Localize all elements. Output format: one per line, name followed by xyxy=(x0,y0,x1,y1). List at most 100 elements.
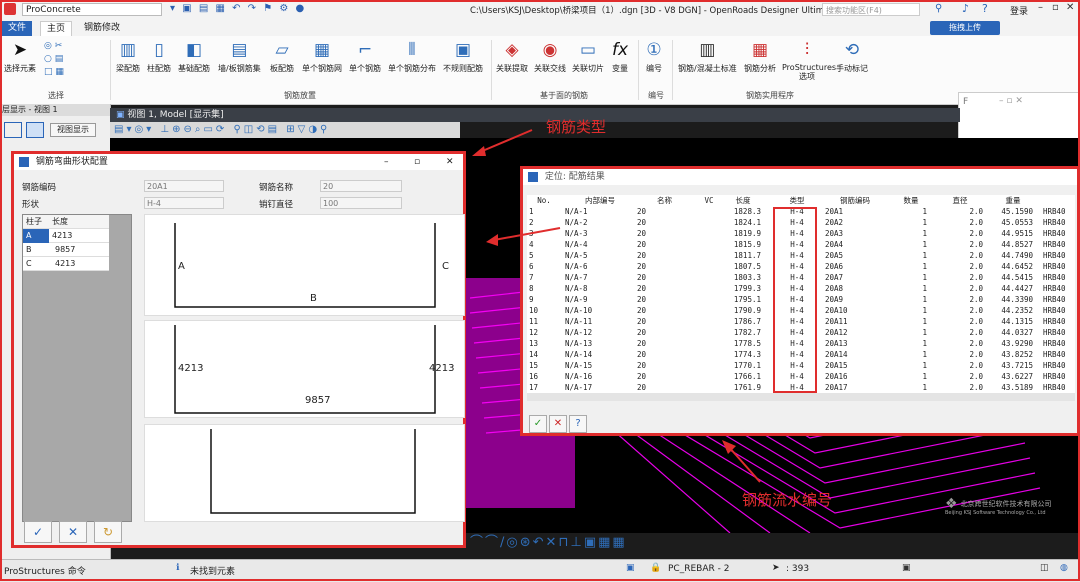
close-icon[interactable]: ✕ xyxy=(1066,2,1074,13)
intersect-icon: ◉ xyxy=(542,40,558,60)
shape-outline xyxy=(174,223,436,308)
tab-rebar-modify[interactable]: 钢筋修改 xyxy=(78,21,126,36)
single-rebar-button[interactable]: ⌐ 单个钢筋 xyxy=(349,40,381,74)
maximize-icon[interactable]: ▫ xyxy=(414,154,420,170)
table-cell: 1 xyxy=(922,361,927,370)
search-icon[interactable]: ⚲ xyxy=(935,3,942,14)
shape-field[interactable]: H-4 xyxy=(144,197,224,209)
column-header: 直径 xyxy=(952,196,968,205)
bell-icon[interactable]: ♪ xyxy=(962,2,969,15)
group-rebar-placement: 钢筋放置 xyxy=(284,91,316,100)
maximize-icon[interactable]: ▫ xyxy=(1052,2,1059,13)
login-link[interactable]: 登录 xyxy=(1010,4,1028,17)
globe-icon[interactable]: ◍ xyxy=(1060,563,1068,573)
table-cell: 1 xyxy=(922,273,927,282)
tab-home[interactable]: 主页 xyxy=(40,21,73,37)
table-cell: 2.0 xyxy=(969,262,983,271)
table-cell: 20A7 xyxy=(825,273,844,282)
dialog-icon xyxy=(19,156,29,167)
column-rebar-button[interactable]: ▯ 柱配筋 xyxy=(147,40,171,74)
ok-button[interactable]: ✓ xyxy=(24,521,52,543)
table-cell: 20A8 xyxy=(825,284,844,293)
shape-label-c: C xyxy=(442,261,449,272)
irregular-rebar-button[interactable]: ▣ 不规则配筋 xyxy=(443,40,483,74)
table-cell: 1 xyxy=(922,295,927,304)
manual-mark-button[interactable]: ⟲ 手动标记 xyxy=(836,40,868,74)
table-row[interactable]: A 4213 xyxy=(23,229,109,243)
single-mesh-label: 单个钢筋网 xyxy=(302,64,342,73)
rebar-icon: ⌐ xyxy=(357,40,373,60)
select-element-button[interactable]: ➤ 选择元素 xyxy=(4,40,36,74)
beam-rebar-button[interactable]: ▥ 梁配筋 xyxy=(116,40,140,74)
row-col: A xyxy=(23,229,49,243)
table-cell: HRB40 xyxy=(1043,262,1066,271)
table-cell: 20A13 xyxy=(825,339,848,348)
minimize-icon[interactable]: – xyxy=(384,154,389,170)
table-cell: 1 xyxy=(922,383,927,392)
ribbon-search-input[interactable]: 搜索功能区(F4) xyxy=(822,3,920,16)
snap-toolbar[interactable]: ⌒⌒∕◎⊛↶✕⊓⊥▣▦▦ xyxy=(470,533,740,553)
lock-icon[interactable]: 🔒 xyxy=(650,563,661,573)
foundation-rebar-label: 基础配筋 xyxy=(178,64,210,73)
reset-button[interactable]: ↻ xyxy=(94,521,122,543)
beam-rebar-label: 梁配筋 xyxy=(116,64,140,73)
wall-slab-rebar-button[interactable]: ▤ 墙/板钢筋集 xyxy=(218,40,261,74)
pin-diameter-field[interactable]: 100 xyxy=(320,197,402,209)
associate-slice-button[interactable]: ▭ 关联切片 xyxy=(572,40,604,74)
workflow-select[interactable]: ProConcrete xyxy=(22,3,162,16)
tab-file[interactable]: 文件 xyxy=(2,21,33,36)
quick-access-toolbar[interactable]: ▾ ▣ ▤ ▦ ↶ ↷ ⚑ ⚙ ● xyxy=(170,3,306,14)
slice-icon: ▭ xyxy=(579,40,597,60)
table-cell: 43.9290 xyxy=(1001,339,1033,348)
cancel-button[interactable]: ✕ xyxy=(59,521,87,543)
help-icon[interactable]: ? xyxy=(982,2,988,15)
snap-icon[interactable]: ▣ xyxy=(626,563,635,573)
single-distribution-button[interactable]: ⫴ 单个钢筋分布 xyxy=(388,40,436,74)
view-display-icon[interactable] xyxy=(26,122,44,138)
segment-table[interactable]: 柱子 长度 A 4213 B 9857 C 4213 xyxy=(23,215,109,271)
share-button[interactable]: 拖拽上传 xyxy=(930,21,1000,35)
table-cell: 44.2352 xyxy=(1001,306,1033,315)
view-icon[interactable]: ◫ xyxy=(1040,563,1049,573)
floating-window-controls[interactable]: – ▫ ✕ xyxy=(999,96,1023,106)
table-cell: 1 xyxy=(922,240,927,249)
code-field[interactable]: 20A1 xyxy=(144,180,224,192)
select-tools-icons[interactable]: ◎ ✂ ○ ▤ □ ▦ xyxy=(44,40,64,79)
left-panel-header: 层显示 - 视图 1 xyxy=(0,104,110,116)
table-cell: 1 xyxy=(922,306,927,315)
view-icon[interactable] xyxy=(4,122,22,138)
slab-rebar-button[interactable]: ▱ 板配筋 xyxy=(270,40,294,74)
table-cell: 1 xyxy=(922,317,927,326)
numbering-button[interactable]: ① 编号 xyxy=(646,40,662,74)
table-row[interactable]: C 4213 xyxy=(23,257,109,271)
table-cell: 2.0 xyxy=(969,273,983,282)
pin-diameter-label: 销钉直径 xyxy=(259,200,294,210)
slab-icon: ▱ xyxy=(275,40,289,60)
table-cell: 1 xyxy=(922,262,927,271)
single-mesh-button[interactable]: ▦ 单个钢筋网 xyxy=(302,40,342,74)
table-row[interactable]: B 9857 xyxy=(23,243,109,257)
foundation-rebar-button[interactable]: ◧ 基础配筋 xyxy=(178,40,210,74)
associate-intersect-button[interactable]: ◉ 关联交线 xyxy=(534,40,566,74)
prostructures-options-button[interactable]: ⫶ ProStructures 选项 xyxy=(782,40,836,81)
cursor-icon: ➤ xyxy=(12,40,28,60)
name-field[interactable]: 20 xyxy=(320,180,402,192)
table-cell: 20A17 xyxy=(825,383,848,392)
rebar-analysis-button[interactable]: ▦ 钢筋分析 xyxy=(744,40,776,74)
associate-extract-button[interactable]: ◈ 关联提取 xyxy=(496,40,528,74)
group-rebar-utilities: 钢筋实用程序 xyxy=(746,91,794,100)
view-toolbar[interactable]: ▤▾◎▾ ⊥⊕⊖⌕▭⟳ ⚲◫⟲▤ ⊞▽◑⚲ xyxy=(110,122,460,138)
selection-cursor-icon: ➤ xyxy=(772,563,780,573)
active-level[interactable]: PC_REBAR - 2 xyxy=(668,564,729,574)
variable-button[interactable]: fx 变量 xyxy=(612,40,628,74)
numbering-icon: ① xyxy=(646,40,662,60)
close-icon[interactable]: ✕ xyxy=(446,154,454,170)
view-display-button[interactable]: 视图显示 xyxy=(50,123,96,137)
table-cell: 20A16 xyxy=(825,372,848,381)
column-header: 钢筋编码 xyxy=(840,196,870,205)
column-rebar-label: 柱配筋 xyxy=(147,64,171,73)
save-icon[interactable]: ▣ xyxy=(902,563,911,573)
table-cell: 2.0 xyxy=(969,372,983,381)
rebar-concrete-standard-button[interactable]: ▥ 钢筋/混凝土标准 xyxy=(678,40,737,74)
minimize-icon[interactable]: – xyxy=(1038,2,1043,13)
